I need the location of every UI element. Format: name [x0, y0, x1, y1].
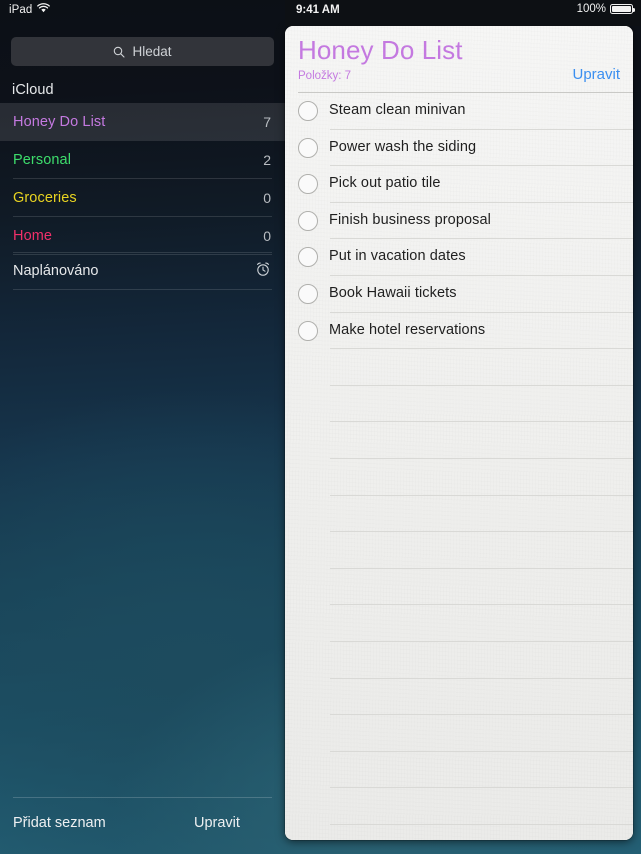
list-count-badge: 2	[263, 152, 271, 168]
clock-label: 9:41 AM	[296, 4, 340, 16]
search-field[interactable]: Hledat	[11, 37, 274, 66]
reminder-checkbox-icon[interactable]	[298, 247, 318, 268]
edit-lists-button[interactable]: Upravit	[194, 815, 240, 831]
list-count-badge: 0	[263, 190, 271, 206]
search-placeholder: Hledat	[132, 44, 172, 59]
account-header: iCloud	[12, 82, 54, 98]
sidebar-item-list[interactable]: Personal 2	[0, 141, 285, 179]
reminder-text: Power wash the siding	[329, 138, 477, 155]
list-name-label: Groceries	[13, 190, 77, 206]
ruled-line	[330, 604, 633, 605]
ruled-line	[330, 421, 633, 422]
sidebar-item-scheduled[interactable]: Naplánováno	[0, 252, 285, 290]
reminder-row[interactable]: Book Hawaii tickets	[285, 276, 633, 313]
ruled-line	[330, 751, 633, 752]
sidebar-item-list[interactable]: Home 0	[0, 217, 285, 255]
reminder-text: Put in vacation dates	[329, 248, 466, 265]
ruled-line	[330, 531, 633, 532]
list-count-badge: 0	[263, 228, 271, 244]
divider	[13, 797, 272, 798]
list-name-label: Honey Do List	[13, 114, 106, 130]
ruled-line	[330, 458, 633, 459]
reminder-text: Book Hawaii tickets	[329, 284, 457, 301]
item-count-label: Položky: 7	[298, 70, 352, 82]
reminder-row[interactable]: Steam clean minivan	[285, 93, 633, 130]
alarm-clock-icon	[255, 261, 271, 282]
reminder-checkbox-icon[interactable]	[298, 283, 318, 304]
reminder-checkbox-icon[interactable]	[298, 101, 318, 121]
battery-percent-label: 100%	[576, 3, 606, 15]
reminder-row[interactable]: Finish business proposal	[285, 203, 633, 240]
list-name-label: Home	[13, 228, 53, 244]
reminder-checkbox-icon[interactable]	[298, 137, 318, 158]
divider	[13, 289, 272, 290]
list-name-label: Personal	[13, 152, 72, 168]
sidebar-item-list[interactable]: Honey Do List 7	[0, 103, 285, 141]
add-list-button[interactable]: Přidat seznam	[13, 815, 106, 831]
page-title: Honey Do List	[298, 35, 463, 65]
reminder-list: Steam clean minivan Power wash the siding…	[285, 93, 633, 349]
search-icon	[113, 46, 126, 58]
ruled-line	[330, 495, 633, 496]
ruled-line	[330, 568, 633, 569]
reminder-row[interactable]: Power wash the siding	[285, 130, 633, 167]
reminder-text: Finish business proposal	[329, 211, 491, 228]
scheduled-label: Naplánováno	[13, 263, 99, 279]
ruled-line	[330, 787, 633, 788]
status-bar-left: iPad	[9, 3, 51, 16]
detail-panel: Honey Do List Položky: 7 Upravit Steam c…	[285, 26, 633, 840]
reminder-text: Pick out patio tile	[329, 175, 441, 192]
sidebar: Hledat iCloud Honey Do List 7 Personal 2 Gro…	[0, 22, 285, 854]
reminder-row[interactable]: Pick out patio tile	[285, 166, 633, 203]
reminder-text: Make hotel reservations	[329, 321, 486, 338]
battery-full-icon	[610, 3, 635, 15]
reminder-row[interactable]: Put in vacation dates	[285, 239, 633, 276]
sidebar-toolbar: Přidat seznam Upravit	[0, 797, 285, 854]
edit-reminders-button[interactable]: Upravit	[572, 66, 620, 83]
wifi-icon	[37, 3, 51, 16]
reminder-text: Steam clean minivan	[329, 102, 466, 118]
ruled-line	[330, 385, 633, 386]
detail-header: Honey Do List Položky: 7 Upravit	[285, 26, 633, 93]
list-collection: Honey Do List 7 Personal 2 Groceries 0 Home 0	[0, 103, 285, 255]
sidebar-item-list[interactable]: Groceries 0	[0, 179, 285, 217]
device-label: iPad	[9, 3, 33, 16]
status-bar-right: 100%	[576, 3, 635, 15]
ruled-line	[330, 641, 633, 642]
reminder-checkbox-icon[interactable]	[298, 320, 318, 341]
reminder-row[interactable]: Make hotel reservations	[285, 313, 633, 350]
list-count-badge: 7	[263, 114, 271, 130]
divider	[13, 252, 272, 253]
reminder-checkbox-icon[interactable]	[298, 174, 318, 195]
ruled-line	[330, 678, 633, 679]
ruled-line	[330, 714, 633, 715]
ruled-line	[330, 824, 633, 825]
reminder-checkbox-icon[interactable]	[298, 210, 318, 231]
